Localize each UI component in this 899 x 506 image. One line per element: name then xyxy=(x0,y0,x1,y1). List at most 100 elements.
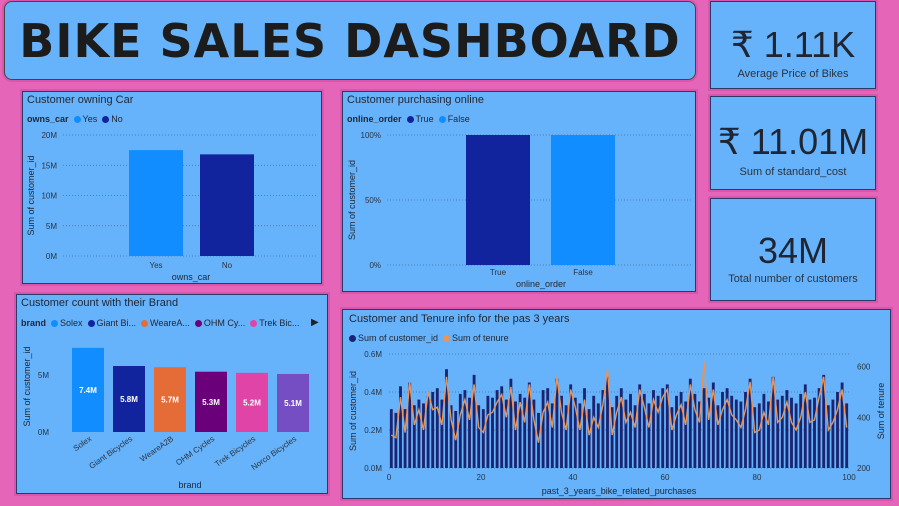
legend-item: False xyxy=(447,114,470,124)
bar xyxy=(486,395,490,468)
legend-swatch xyxy=(438,116,446,124)
legend-item: Sum of customer_id xyxy=(358,333,439,343)
x-tick-label: True xyxy=(490,268,507,277)
bar xyxy=(790,397,793,468)
tenure-combo-chart: 0.0M 0.2M 0.4M 0.6M 200 400 600 0 20 40 60 80 100 pas… xyxy=(348,350,886,496)
x-axis-title: past_3_years_bike_related_purchases xyxy=(542,486,697,496)
x-tick-label: 0 xyxy=(387,473,392,482)
kpi-label: Average Price of Bikes xyxy=(737,68,849,80)
data-label: 5.7M xyxy=(161,396,179,405)
bar xyxy=(730,395,734,468)
kpi-label: Total number of customers xyxy=(728,273,858,285)
legend-item: No xyxy=(111,114,123,124)
chart-title: Customer purchasing online xyxy=(347,94,484,106)
tenure-chart-panel[interactable]: Customer and Tenure info for the pas 3 y… xyxy=(342,309,891,499)
x-tick-label: 60 xyxy=(661,473,670,482)
online-order-bar-chart: 0% 50% 100% True False online_order Sum of cus… xyxy=(347,131,693,289)
bar xyxy=(426,395,430,468)
x-tick-label: No xyxy=(222,261,233,270)
chart-legend: Sum of customer_id Sum of tenure xyxy=(347,333,509,343)
y-tick-label: 5M xyxy=(46,222,57,231)
bar xyxy=(592,395,596,468)
bar xyxy=(200,154,254,256)
bar xyxy=(422,403,425,468)
bar xyxy=(389,409,393,468)
legend-next-arrow-icon[interactable]: ▶ xyxy=(311,317,319,328)
legend-title: online_order xyxy=(347,114,402,124)
bar xyxy=(541,390,545,468)
y-tick-label: 0.6M xyxy=(364,350,382,359)
y2-tick-label: 200 xyxy=(857,464,871,473)
y-tick-label: 50% xyxy=(365,196,381,205)
bar xyxy=(491,397,494,468)
legend-swatch xyxy=(87,320,95,328)
bar xyxy=(466,135,530,265)
legend-item: Solex xyxy=(60,318,83,328)
legend-item: Trek Bic... xyxy=(259,318,300,328)
bar xyxy=(514,401,517,468)
kpi-card-standard-cost[interactable]: ₹ 11.01M Sum of standard_cost xyxy=(710,96,876,190)
y-tick-label: 0.0M xyxy=(364,464,382,473)
bar xyxy=(831,399,835,468)
data-label: 5.3M xyxy=(202,398,220,407)
legend-item: OHM Cy... xyxy=(203,318,246,328)
legend-item: True xyxy=(415,114,434,124)
y-tick-label: 0M xyxy=(38,428,49,437)
legend-item: Yes xyxy=(82,114,98,124)
x-tick-label: Norco Bicycles xyxy=(250,434,299,472)
kpi-card-avg-price[interactable]: ₹ 1.11K Average Price of Bikes xyxy=(710,1,876,89)
y-axis-title: Sum of customer_id xyxy=(26,155,36,235)
y-tick-label: 100% xyxy=(361,131,381,140)
legend-swatch xyxy=(73,116,81,124)
title-banner: BIKE SALES DASHBOARD xyxy=(4,1,696,80)
legend-swatch xyxy=(349,335,356,343)
x-axis-title: owns_car xyxy=(172,272,211,282)
bar xyxy=(799,393,803,468)
x-tick-label: 20 xyxy=(477,473,486,482)
y-tick-label: 0% xyxy=(369,261,381,270)
legend-title: brand xyxy=(21,318,47,328)
bar xyxy=(739,401,743,468)
bar xyxy=(794,403,798,468)
bar xyxy=(129,150,183,256)
x-tick-label: 80 xyxy=(753,473,762,482)
bar xyxy=(702,388,706,468)
bar xyxy=(458,393,462,468)
bar xyxy=(721,392,724,468)
brand-chart-panel[interactable]: Customer count with their Brand brand Sol… xyxy=(16,294,328,494)
kpi-value: ₹ 11.01M xyxy=(717,121,869,162)
x-axis-title: online_order xyxy=(516,279,566,289)
x-tick-label: WeareA2B xyxy=(138,434,175,463)
y-tick-label: 0.2M xyxy=(364,426,382,435)
legend-swatch xyxy=(102,116,110,124)
bar xyxy=(813,397,816,468)
x-tick-label: Solex xyxy=(72,434,94,453)
bar xyxy=(596,403,600,468)
legend-swatch xyxy=(141,320,149,328)
bar xyxy=(675,395,678,468)
online-order-chart-panel[interactable]: Customer purchasing online online_order T… xyxy=(342,91,696,292)
data-label: 5.2M xyxy=(243,398,261,407)
kpi-card-total-customers[interactable]: 34M Total number of customers xyxy=(710,198,876,301)
x-tick-label: OHM Cycles xyxy=(174,434,216,467)
y-tick-label: 20M xyxy=(41,131,57,140)
bar xyxy=(757,403,761,468)
legend-swatch xyxy=(406,116,414,124)
chart-title: Customer and Tenure info for the pas 3 y… xyxy=(349,313,570,325)
x-tick-label: Giant Bicycles xyxy=(87,434,134,470)
y-axis-title: Sum of customer_id xyxy=(348,371,358,451)
x-tick-label: False xyxy=(573,268,593,277)
bar xyxy=(551,135,615,265)
y2-tick-label: 600 xyxy=(857,363,871,372)
kpi-value: 34M xyxy=(757,230,829,271)
data-label: 5.8M xyxy=(120,395,138,404)
legend-swatch xyxy=(250,320,258,328)
bar xyxy=(481,409,485,468)
owns-car-chart-panel[interactable]: Customer owning Car owns_car Yes No 0M 5M 10… xyxy=(22,91,322,284)
y-tick-label: 10M xyxy=(41,192,57,201)
y-tick-label: 0.4M xyxy=(364,388,382,397)
bar xyxy=(780,395,784,468)
legend-swatch xyxy=(194,320,202,328)
y-tick-label: 15M xyxy=(41,161,57,170)
chart-legend: brand Solex Giant Bi... WeareA... OHM Cy... T… xyxy=(21,318,299,328)
